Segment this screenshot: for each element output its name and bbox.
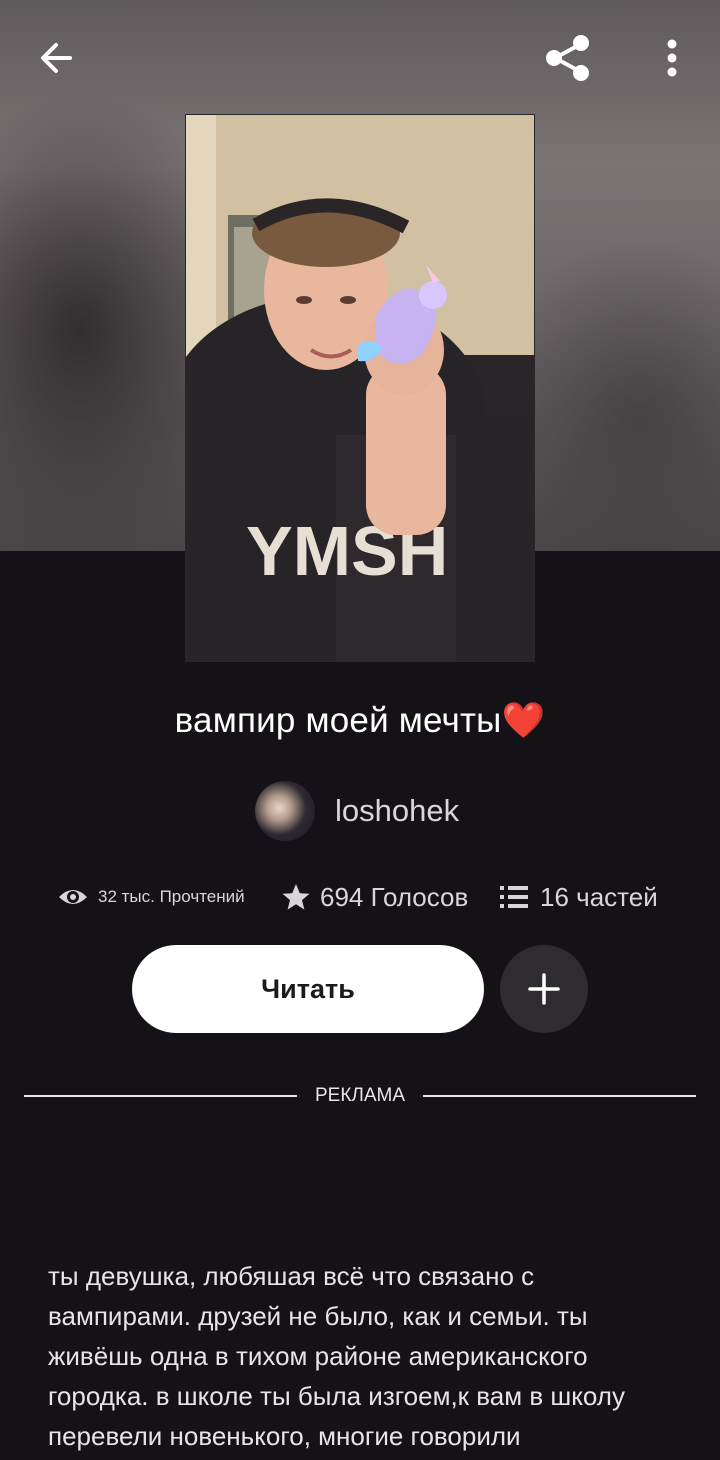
more-options-button[interactable]: [650, 30, 694, 86]
ad-divider: РЕКЛАМА: [24, 1080, 696, 1110]
story-title-text: вампир моей мечты: [174, 701, 502, 740]
back-button[interactable]: [26, 30, 86, 86]
author-link[interactable]: loshohek: [255, 780, 459, 842]
list-icon: [500, 886, 528, 908]
add-to-library-button[interactable]: [500, 945, 588, 1033]
stat-parts: 16 частей: [500, 872, 658, 922]
ad-label: РЕКЛАМА: [314, 1085, 406, 1106]
share-button[interactable]: [536, 28, 600, 88]
cover-photo: YMSH: [186, 115, 534, 661]
stat-votes: 694 Голосов: [282, 872, 468, 922]
reads-count: 32 тыс. Прочтений: [98, 887, 245, 906]
parts-count: 16 частей: [540, 881, 658, 912]
divider-line-right: [423, 1095, 696, 1097]
author-name: loshohek: [335, 793, 460, 828]
votes-count: 694 Голосов: [320, 881, 469, 912]
arrow-left-icon: [41, 43, 72, 73]
eye-icon: [59, 890, 87, 904]
top-bar: [0, 0, 720, 115]
story-stats: 32 тыс. Прочтений 694 Голосов 16 частей: [0, 872, 720, 922]
read-button[interactable]: Читать: [132, 945, 484, 1033]
share-icon: [546, 35, 589, 81]
stat-reads: 32 тыс. Прочтений: [58, 872, 245, 922]
star-icon: [282, 884, 310, 910]
story-title: вампир моей мечты❤️: [0, 700, 720, 741]
avatar: [255, 781, 315, 841]
plus-icon: [528, 973, 560, 1005]
heart-icon: ❤️: [501, 701, 546, 740]
story-cover-image[interactable]: YMSH: [185, 114, 535, 662]
divider-line-left: [24, 1095, 297, 1097]
story-description: ты девушка, любяшая всё что связано с ва…: [48, 1261, 625, 1451]
more-vertical-icon: [667, 39, 677, 77]
